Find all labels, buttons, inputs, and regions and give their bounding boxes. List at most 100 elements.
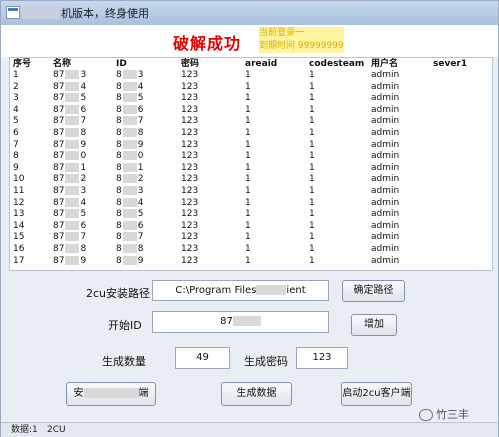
cell-sever1[interactable]: [430, 209, 492, 221]
table-row[interactable]: 10 87 2 8 2 123 1 1 admin: [10, 174, 492, 186]
cell-password[interactable]: 123: [178, 70, 242, 82]
cell-username[interactable]: admin: [368, 82, 430, 94]
cell-sever1[interactable]: [430, 174, 492, 186]
cell-password[interactable]: 123: [178, 232, 242, 244]
cell-name[interactable]: 87 5: [50, 209, 113, 221]
cell-password[interactable]: 123: [178, 128, 242, 140]
cell-name[interactable]: 87 8: [50, 243, 113, 256]
cell-username[interactable]: admin: [368, 140, 430, 152]
cell-areaid[interactable]: 1: [242, 244, 306, 256]
table-row[interactable]: 1 87 3 8 3 123 1 1 admin: [10, 70, 492, 82]
table-row[interactable]: 17 87 9 8 9 123 1 1 admin: [10, 255, 492, 268]
cell-index[interactable]: 13: [10, 209, 50, 221]
cell-id[interactable]: 87: [113, 232, 178, 244]
cell-sever1[interactable]: [430, 244, 492, 256]
add-button[interactable]: 增加: [351, 314, 397, 336]
cell-username[interactable]: admin: [368, 221, 430, 233]
cell-sever1[interactable]: [430, 221, 492, 233]
cell-codesteam[interactable]: 1: [306, 163, 368, 175]
col-header-password[interactable]: 密码: [178, 58, 242, 70]
cell-password[interactable]: 123: [178, 116, 242, 128]
cell-id[interactable]: 85: [113, 93, 178, 105]
cell-password[interactable]: 123: [178, 93, 242, 105]
cell-index[interactable]: 1: [10, 70, 50, 82]
cell-areaid[interactable]: 1: [242, 198, 306, 210]
cell-areaid[interactable]: 1: [242, 209, 306, 221]
cell-username[interactable]: admin: [368, 244, 430, 256]
cell-name[interactable]: 87 7: [50, 116, 113, 128]
cell-sever1[interactable]: [430, 70, 492, 82]
cell-name[interactable]: 87 7: [50, 232, 113, 244]
cell-areaid[interactable]: 1: [242, 256, 306, 268]
table-row[interactable]: 15 87 7 8 7 123 1 1 admin: [10, 232, 492, 244]
start-id-input[interactable]: 87: [152, 311, 329, 333]
cell-name[interactable]: 87 3: [50, 185, 113, 198]
cell-password[interactable]: 123: [178, 198, 242, 210]
cell-codesteam[interactable]: 1: [306, 151, 368, 163]
cell-id[interactable]: 81: [113, 162, 178, 175]
cell-codesteam[interactable]: 1: [306, 209, 368, 221]
cell-username[interactable]: admin: [368, 163, 430, 175]
generate-data-button[interactable]: 生成数据: [221, 382, 292, 406]
cell-sever1[interactable]: [430, 116, 492, 128]
cell-index[interactable]: 16: [10, 244, 50, 256]
cell-name[interactable]: 87 6: [50, 104, 113, 117]
cell-name[interactable]: 87 9: [50, 139, 113, 152]
cell-sever1[interactable]: [430, 151, 492, 163]
cell-name[interactable]: 87 2: [50, 174, 113, 186]
cell-name[interactable]: 87 5: [50, 93, 113, 105]
cell-password[interactable]: 123: [178, 221, 242, 233]
cell-areaid[interactable]: 1: [242, 140, 306, 152]
col-header-areaid[interactable]: areaid: [242, 58, 306, 70]
cell-index[interactable]: 7: [10, 140, 50, 152]
cell-index[interactable]: 4: [10, 105, 50, 117]
cell-areaid[interactable]: 1: [242, 116, 306, 128]
cell-id[interactable]: 84: [113, 81, 178, 94]
install-client-button[interactable]: 安端: [66, 382, 156, 406]
cell-username[interactable]: admin: [368, 256, 430, 268]
table-row[interactable]: 6 87 8 8 8 123 1 1 admin: [10, 127, 492, 140]
cell-areaid[interactable]: 1: [242, 70, 306, 82]
cell-codesteam[interactable]: 1: [306, 128, 368, 140]
table-row[interactable]: 9 87 1 8 1 123 1 1 admin: [10, 162, 492, 175]
table-row[interactable]: 5 87 7 8 7 123 1 1 admin: [10, 116, 492, 128]
cell-username[interactable]: admin: [368, 151, 430, 163]
cell-id[interactable]: 84: [113, 197, 178, 210]
cell-index[interactable]: 5: [10, 116, 50, 128]
cell-name[interactable]: 87 6: [50, 220, 113, 233]
cell-codesteam[interactable]: 1: [306, 232, 368, 244]
table-row[interactable]: 16 87 8 8 8 123 1 1 admin: [10, 243, 492, 256]
cell-username[interactable]: admin: [368, 93, 430, 105]
table-row[interactable]: 11 87 3 8 3 123 1 1 admin: [10, 185, 492, 198]
cell-codesteam[interactable]: 1: [306, 244, 368, 256]
cell-password[interactable]: 123: [178, 174, 242, 186]
cell-codesteam[interactable]: 1: [306, 105, 368, 117]
cell-username[interactable]: admin: [368, 232, 430, 244]
cell-name[interactable]: 87 4: [50, 197, 113, 210]
cell-id[interactable]: 86: [113, 104, 178, 117]
cell-areaid[interactable]: 1: [242, 151, 306, 163]
cell-codesteam[interactable]: 1: [306, 186, 368, 198]
cell-password[interactable]: 123: [178, 163, 242, 175]
data-grid[interactable]: 序号 名称 ID 密码 areaid codesteam 用户名 sever1 …: [9, 57, 493, 271]
cell-name[interactable]: 87 0: [50, 151, 113, 163]
cell-sever1[interactable]: [430, 186, 492, 198]
cell-areaid[interactable]: 1: [242, 128, 306, 140]
cell-sever1[interactable]: [430, 128, 492, 140]
cell-index[interactable]: 3: [10, 93, 50, 105]
cell-index[interactable]: 9: [10, 163, 50, 175]
col-header-username[interactable]: 用户名: [368, 58, 430, 70]
cell-username[interactable]: admin: [368, 186, 430, 198]
cell-id[interactable]: 87: [113, 116, 178, 128]
cell-codesteam[interactable]: 1: [306, 70, 368, 82]
cell-name[interactable]: 87 1: [50, 162, 113, 175]
cell-areaid[interactable]: 1: [242, 221, 306, 233]
cell-index[interactable]: 2: [10, 82, 50, 94]
table-row[interactable]: 14 87 6 8 6 123 1 1 admin: [10, 220, 492, 233]
cell-sever1[interactable]: [430, 198, 492, 210]
col-header-name[interactable]: 名称: [50, 58, 113, 70]
install-path-input[interactable]: C:\Program Files ient: [152, 280, 329, 301]
table-row[interactable]: 7 87 9 8 9 123 1 1 admin: [10, 139, 492, 152]
col-header-id[interactable]: ID: [113, 58, 178, 70]
cell-password[interactable]: 123: [178, 209, 242, 221]
